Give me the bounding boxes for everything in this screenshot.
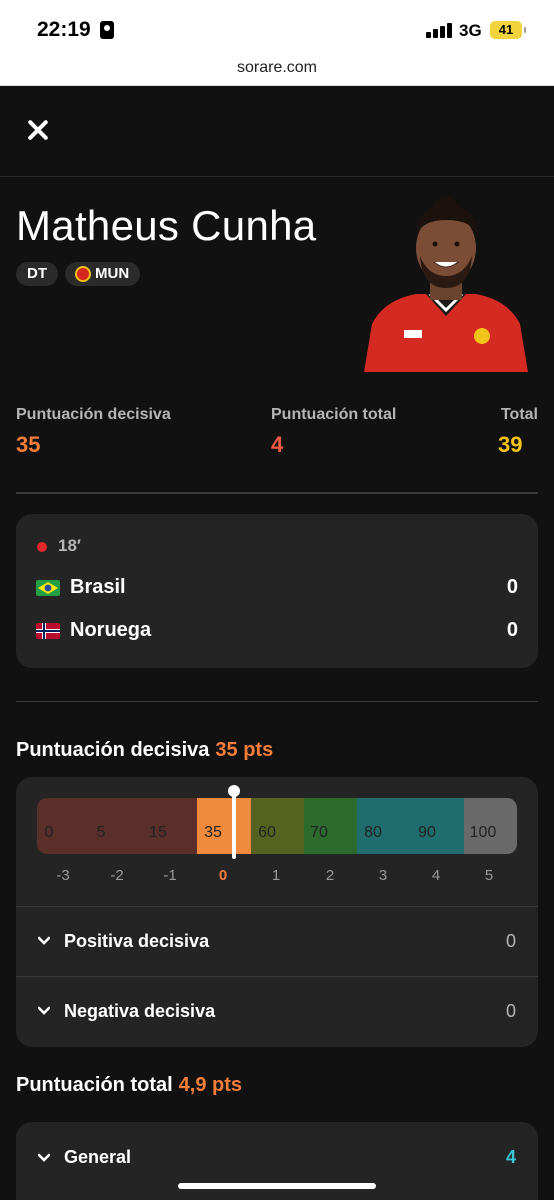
row-label: General xyxy=(64,1147,132,1167)
grand-total-value: 39 xyxy=(498,432,523,457)
level-tick: -3 xyxy=(56,867,70,884)
decisive-score-value: 35 xyxy=(16,432,41,457)
close-icon[interactable] xyxy=(24,116,52,144)
stats-divider xyxy=(16,492,538,494)
battery-icon: 41 xyxy=(490,21,526,39)
club-label: MUN xyxy=(95,265,130,282)
row-label: Negativa decisiva xyxy=(64,1001,216,1021)
total-points: 4,9 pts xyxy=(178,1074,243,1096)
decisive-section-title: Puntuación decisiva 35 pts xyxy=(16,739,273,762)
position-label: DT xyxy=(27,265,47,282)
row-value: 0 xyxy=(505,1001,516,1021)
player-name: Matheus Cunha xyxy=(16,202,317,249)
positive-decisive-row[interactable]: Positiva decisiva 0 xyxy=(16,906,538,976)
scale-value: 5 xyxy=(96,824,106,841)
url-bar[interactable]: sorare.com xyxy=(0,56,554,86)
team-score: 0 xyxy=(506,619,518,641)
team-name: Brasil xyxy=(70,576,126,598)
scale-value: 35 xyxy=(204,824,222,841)
team-name: Noruega xyxy=(70,619,152,641)
status-time: 22:19 xyxy=(37,18,91,41)
match-divider xyxy=(16,701,538,702)
url-text: sorare.com xyxy=(236,59,318,76)
decisive-card: 0 5 15 35 60 70 80 90 100 -3 -2 -1 0 1 2… xyxy=(16,777,538,1047)
level-tick: -2 xyxy=(110,867,124,884)
chevron-down-icon xyxy=(38,1153,50,1162)
scale-value: 70 xyxy=(310,824,328,841)
row-value: 4 xyxy=(505,1147,516,1167)
level-tick: 2 xyxy=(325,867,335,884)
negative-decisive-row[interactable]: Negativa decisiva 0 xyxy=(16,976,538,1046)
club-logo-icon xyxy=(75,266,91,282)
club-badge[interactable]: MUN xyxy=(65,262,141,286)
live-indicator xyxy=(37,542,47,552)
scale-value: 0 xyxy=(44,824,54,841)
contact-card-icon xyxy=(100,21,114,39)
level-tick: 1 xyxy=(271,867,281,884)
level-tick: 3 xyxy=(378,867,388,884)
scale-value: 100 xyxy=(469,824,497,841)
brazil-flag-icon xyxy=(36,580,60,596)
scale-value: 80 xyxy=(364,824,382,841)
header-divider xyxy=(0,176,554,177)
decisive-points: 35 pts xyxy=(215,739,274,761)
total-section-title: Puntuación total 4,9 pts xyxy=(16,1074,242,1097)
level-tick: -1 xyxy=(163,867,177,884)
score-marker xyxy=(232,791,236,859)
level-tick-active: 0 xyxy=(218,867,228,884)
level-tick: 4 xyxy=(431,867,441,884)
team-score: 0 xyxy=(506,576,518,598)
decisive-title: Puntuación decisiva xyxy=(16,739,210,761)
home-indicator[interactable] xyxy=(178,1183,376,1189)
row-label: Positiva decisiva xyxy=(64,931,210,951)
decisive-scale: 0 5 15 35 60 70 80 90 100 xyxy=(37,798,517,854)
total-title: Puntuación total xyxy=(16,1074,173,1096)
team-row: Brasil 0 xyxy=(36,576,518,602)
negative-range xyxy=(37,798,197,854)
match-minute: 18′ xyxy=(58,536,81,555)
total-score-label: Puntuación total xyxy=(271,406,397,423)
general-row[interactable]: General 4 xyxy=(16,1122,538,1192)
chevron-down-icon xyxy=(38,1006,50,1015)
player-photo xyxy=(364,196,528,372)
team-row: Noruega 0 xyxy=(36,619,518,645)
score-marker-dot xyxy=(228,785,240,797)
chevron-down-icon xyxy=(38,936,50,945)
norway-flag-icon xyxy=(36,623,60,639)
row-value: 0 xyxy=(505,931,516,951)
decisive-score-label: Puntuación decisiva xyxy=(16,406,171,423)
signal-icon xyxy=(426,22,452,38)
grand-total-label: Total xyxy=(500,406,538,423)
total-score-value: 4 xyxy=(271,432,284,457)
position-badge: DT xyxy=(16,262,58,286)
match-card[interactable]: 18′ Brasil 0 Noruega 0 xyxy=(16,514,538,668)
status-bar: 22:19 3G 41 xyxy=(0,0,554,56)
scale-value: 60 xyxy=(258,824,276,841)
network-type: 3G xyxy=(459,21,482,40)
level-tick: 5 xyxy=(484,867,494,884)
scale-value: 15 xyxy=(149,824,167,841)
scale-value: 90 xyxy=(418,824,436,841)
